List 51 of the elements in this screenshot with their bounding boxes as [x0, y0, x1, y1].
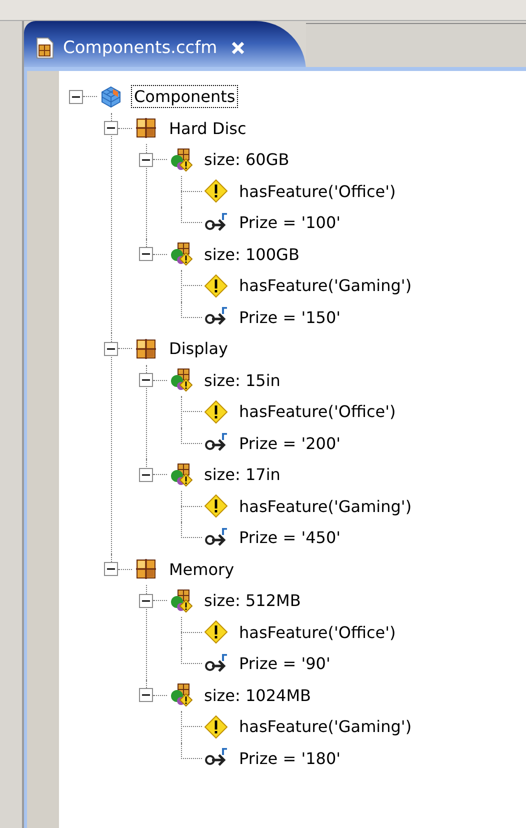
tree-item[interactable]: hasFeature('Office'): [236, 400, 399, 424]
tree-item[interactable]: Prize = '200': [236, 432, 344, 455]
tree-item[interactable]: hasFeature('Office'): [236, 180, 399, 203]
warning-icon: [204, 400, 228, 424]
collapse-toggle[interactable]: [69, 90, 83, 104]
grid-icon: [134, 336, 158, 361]
option-icon: [169, 368, 193, 392]
tree-item[interactable]: Prize = '180': [236, 746, 344, 770]
collapse-toggle[interactable]: [139, 152, 153, 167]
option-icon: [169, 462, 193, 487]
tree-item[interactable]: size: 60GB: [201, 148, 292, 172]
warning-icon: [204, 620, 228, 644]
option-icon: [169, 148, 193, 172]
tree-item[interactable]: size: 15in: [201, 368, 284, 392]
tree-item[interactable]: Prize = '150': [236, 306, 344, 329]
tree-item[interactable]: Prize = '450': [236, 526, 344, 550]
collapse-toggle[interactable]: [139, 688, 153, 702]
cube-icon: [99, 84, 123, 109]
tree-item[interactable]: size: 512MB: [201, 589, 304, 612]
tree-item[interactable]: Prize = '90': [236, 652, 334, 676]
tree-item[interactable]: Components: [131, 85, 238, 108]
tree-item[interactable]: Prize = '100': [236, 211, 344, 234]
tree-item[interactable]: Display: [166, 337, 231, 360]
tree-item[interactable]: hasFeature('Office'): [236, 620, 399, 644]
tree-item[interactable]: size: 100GB: [201, 242, 302, 266]
tree-item[interactable]: size: 1024MB: [201, 684, 314, 707]
collapse-toggle[interactable]: [104, 121, 118, 136]
tree-item[interactable]: hasFeature('Gaming'): [236, 715, 415, 738]
file-icon: [36, 37, 54, 59]
tree-item[interactable]: size: 17in: [201, 463, 284, 486]
tab-title[interactable]: Components.ccfm: [63, 38, 218, 58]
option-icon: [169, 242, 193, 266]
collapse-toggle[interactable]: [139, 468, 153, 482]
close-icon[interactable]: [230, 40, 246, 56]
collapse-toggle[interactable]: [104, 342, 118, 356]
collapse-toggle[interactable]: [104, 562, 118, 576]
warning-icon: [204, 494, 228, 518]
tree-item[interactable]: Memory: [166, 558, 238, 581]
collapse-toggle[interactable]: [139, 373, 153, 388]
tree-item[interactable]: hasFeature('Gaming'): [236, 274, 415, 298]
tree-item[interactable]: Hard Disc: [166, 116, 250, 140]
grid-icon: [134, 557, 158, 582]
collapse-toggle[interactable]: [139, 594, 153, 608]
warning-icon: [204, 179, 228, 204]
option-icon: [169, 683, 193, 708]
option-icon: [169, 588, 193, 613]
grid-icon: [134, 116, 158, 140]
warning-icon: [204, 274, 228, 298]
warning-icon: [204, 714, 228, 739]
collapse-toggle[interactable]: [139, 247, 153, 262]
tree-item[interactable]: hasFeature('Gaming'): [236, 494, 415, 518]
